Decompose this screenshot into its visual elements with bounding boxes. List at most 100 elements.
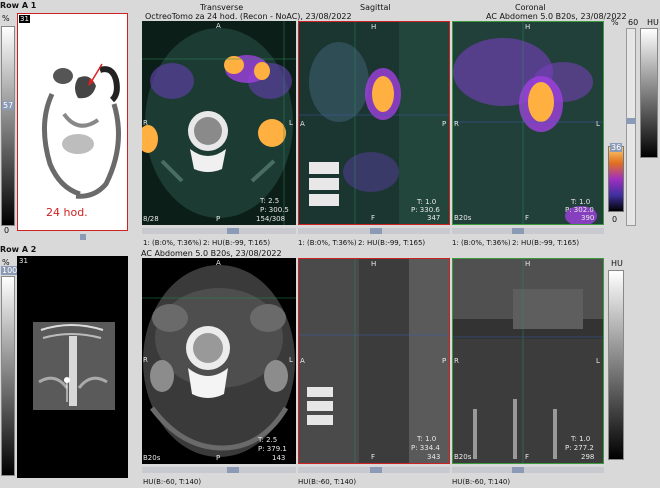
row1-mip-caption: 24 hod. — [46, 206, 88, 219]
row1-v3-right-label: L — [596, 120, 600, 128]
row1-v3-top-label: H — [525, 23, 531, 31]
row1-ctx-2: 2: HU(B:-99, T:165) — [203, 239, 271, 247]
row1-mip-view[interactable]: 31 24 hod. — [17, 13, 128, 231]
row2-topogram-view[interactable]: 31 — [17, 256, 128, 478]
row1-title-sagittal: Sagittal — [360, 3, 391, 12]
row1-header-right: AC Abdomen 5.0 B20s, 23/08/2022 — [486, 12, 627, 21]
row2-v2-left-label: A — [300, 357, 305, 365]
row1-right-pct: % — [611, 18, 619, 27]
row1-v1-slice: 154/308 — [256, 215, 286, 223]
row2-v3-right-label: L — [596, 357, 600, 365]
row1-ctx-6: 2: HU(B:-99, T:165) — [512, 239, 580, 247]
row2-v1-top-label: A — [216, 259, 221, 267]
row1-scale-bot: 0 — [4, 226, 10, 235]
row2-title: Row A 2 — [0, 245, 37, 254]
row1-v1-slider[interactable] — [142, 228, 296, 234]
row2-v2-right-label: P — [442, 357, 447, 365]
transverse-ct-image — [142, 265, 296, 457]
row1-right-36[interactable]: 36 — [610, 143, 623, 152]
row1-v1-bottom-label: P — [216, 215, 221, 223]
row2-ctx-3: HU(B:-60, T:140) — [452, 478, 511, 486]
row1-v3-slider[interactable] — [452, 228, 604, 234]
row1-v1-position: P: 300.5 — [260, 206, 289, 214]
row1-pet-colorbar[interactable] — [608, 146, 624, 212]
row2-v3-left-label: R — [454, 357, 459, 365]
row1-right-hu: HU — [647, 18, 659, 27]
row2-v3-position: P: 277.2 — [565, 444, 594, 452]
row2-transverse-view[interactable]: A R L P T: 2.5 P: 379.1 143 B20s — [142, 258, 296, 464]
row2-v3-slice: 298 — [581, 453, 595, 461]
row2-header-left: AC Abdomen 5.0 B20s, 23/08/2022 — [141, 249, 282, 258]
row1-right-60: 60 — [628, 18, 639, 27]
row1-ct-graybar[interactable] — [640, 28, 658, 158]
row2-sagittal-view[interactable]: H A P F T: 1.0 P: 334.4 343 — [298, 258, 450, 464]
row2-v1-corner: B20s — [143, 454, 161, 462]
row2-grayscale-bar[interactable] — [1, 276, 15, 476]
row1-v2-left-label: A — [300, 120, 305, 128]
row2-v2-thickness: T: 1.0 — [417, 435, 437, 443]
row1-v2-slice: 347 — [427, 214, 441, 222]
row1-v2-position: P: 330.6 — [411, 206, 440, 214]
row2-ctx-2: HU(B:-60, T:140) — [298, 478, 357, 486]
row2-v3-slider[interactable] — [452, 467, 604, 473]
row2-v2-top-label: H — [371, 260, 377, 268]
row2-scale-mid[interactable]: 100 — [1, 266, 19, 275]
row1-v1-right-label: L — [289, 119, 293, 127]
coronal-ct-image — [453, 259, 603, 463]
row1-v1-top-label: A — [216, 22, 221, 30]
row2-v2-slice: 343 — [427, 453, 441, 461]
row1-v2-bottom-label: F — [371, 214, 376, 222]
row1-title-coronal: Coronal — [515, 3, 546, 12]
row2-v1-slice: 143 — [272, 454, 286, 462]
row1-v1-corner: 8/28 — [143, 215, 159, 223]
row2-v1-slider[interactable] — [142, 467, 296, 473]
row1-ctx-4: 2: HU(B:-99, T:165) — [358, 239, 426, 247]
row1-v3-bottom-label: F — [525, 214, 530, 222]
row1-v3-left-label: R — [454, 120, 459, 128]
row1-v3-position: P: 302.0 — [565, 206, 594, 214]
row1-v1-left-label: R — [143, 119, 148, 127]
mip-body-image — [41, 63, 121, 199]
row1-coronal-view[interactable]: H R L F T: 1.0 P: 302.0 390 B20s — [452, 21, 604, 225]
row1-v2-thickness: T: 1.0 — [417, 198, 437, 206]
row2-v3-top-label: H — [525, 260, 531, 268]
row1-ctx-3: 1: (B:0%, T:36%) — [298, 239, 357, 247]
row1-v3-thickness: T: 1.0 — [571, 198, 591, 206]
row2-v2-position: P: 334.4 — [411, 444, 440, 452]
row2-coronal-view[interactable]: H R L F T: 1.0 P: 277.2 298 B20s — [452, 258, 604, 464]
row1-transverse-view[interactable]: A R L P T: 2.5 P: 300.5 154/308 8/28 — [142, 21, 296, 225]
topogram-image — [33, 322, 115, 410]
row1-v2-right-label: P — [442, 120, 447, 128]
row1-scale-top: % — [2, 14, 10, 23]
row1-title-transverse: Transverse — [200, 3, 244, 12]
row1-grayscale-bar[interactable] — [1, 26, 15, 226]
row2-v1-left-label: R — [143, 356, 148, 364]
row1-v2-top-label: H — [371, 23, 377, 31]
row1-window-slider[interactable] — [626, 28, 636, 226]
row2-v2-bottom-label: F — [371, 453, 376, 461]
transverse-fused-image — [142, 21, 296, 225]
row1-sagittal-view[interactable]: H A P F T: 1.0 P: 330.6 347 — [298, 21, 450, 225]
row2-ctx-1: HU(B:-60, T:140) — [143, 478, 202, 486]
row1-v1-thickness: T: 2.5 — [260, 197, 280, 205]
row2-right-hu: HU — [611, 259, 623, 268]
row2-v3-thickness: T: 1.0 — [571, 435, 591, 443]
row1-window-slider-handle[interactable] — [626, 118, 636, 124]
row1-ctx-5: 1: (B:0%, T:36%) — [452, 239, 511, 247]
row1-title: Row A 1 — [0, 1, 37, 10]
row2-v2-slider[interactable] — [298, 467, 450, 473]
row2-v1-right-label: L — [289, 356, 293, 364]
row1-mip-slider-handle[interactable] — [80, 234, 86, 240]
sagittal-ct-image — [299, 259, 449, 463]
row2-v3-bottom-label: F — [525, 453, 530, 461]
row1-v3-corner: B20s — [454, 214, 472, 222]
sagittal-fused-image — [299, 22, 449, 224]
row1-right-0: 0 — [612, 215, 618, 224]
row1-scale-mid[interactable]: 57 — [2, 101, 15, 110]
coronal-fused-image — [453, 22, 603, 224]
row1-v2-slider[interactable] — [298, 228, 450, 234]
row2-ct-graybar[interactable] — [608, 270, 624, 460]
row2-v1-bottom-label: P — [216, 454, 221, 462]
row2-v3-corner: B20s — [454, 453, 472, 461]
row2-v1-position: P: 379.1 — [258, 445, 287, 453]
